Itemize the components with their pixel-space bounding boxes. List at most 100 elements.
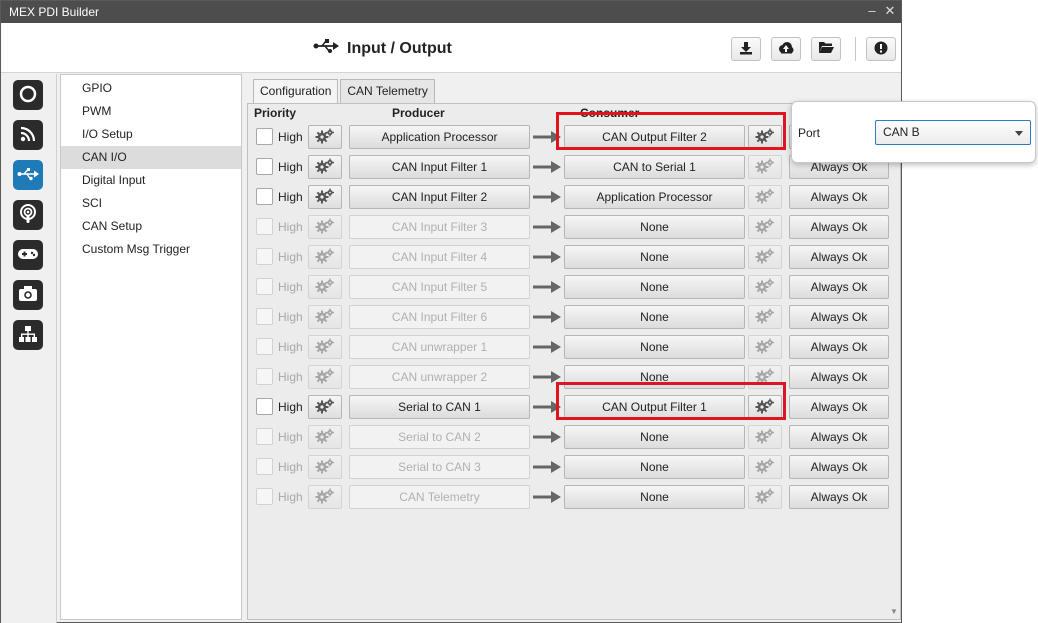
producer-settings-button[interactable] <box>308 275 342 299</box>
high-priority-checkbox[interactable] <box>256 338 273 355</box>
tab-can-telemetry[interactable]: CAN Telemetry <box>340 79 435 103</box>
power-button[interactable] <box>13 80 43 110</box>
consumer-settings-button[interactable] <box>748 215 782 239</box>
high-priority-checkbox[interactable] <box>256 218 273 235</box>
consumer-settings-button[interactable] <box>748 305 782 329</box>
high-priority-checkbox[interactable] <box>256 398 273 415</box>
consumer-button[interactable]: None <box>564 215 745 239</box>
producer-button[interactable]: Application Processor <box>349 125 530 149</box>
producer-settings-button[interactable] <box>308 155 342 179</box>
producer-button[interactable]: CAN Input Filter 4 <box>349 245 530 269</box>
producer-settings-button[interactable] <box>308 185 342 209</box>
producer-button[interactable]: Serial to CAN 1 <box>349 395 530 419</box>
consumer-button[interactable]: None <box>564 335 745 359</box>
high-priority-checkbox[interactable] <box>256 458 273 475</box>
consumer-settings-button[interactable] <box>748 155 782 179</box>
high-priority-checkbox[interactable] <box>256 308 273 325</box>
scroll-down-icon[interactable]: ▼ <box>890 607 898 616</box>
download-button[interactable] <box>731 37 761 61</box>
status-button[interactable]: Always Ok <box>789 485 889 509</box>
scrollbar[interactable]: ▲ ▼ <box>888 104 900 619</box>
high-priority-checkbox[interactable] <box>256 368 273 385</box>
menu-item-io-setup[interactable]: I/O Setup <box>61 123 241 146</box>
producer-button[interactable]: CAN Input Filter 1 <box>349 155 530 179</box>
consumer-button[interactable]: CAN Output Filter 2 <box>564 125 745 149</box>
status-button[interactable]: Always Ok <box>789 425 889 449</box>
menu-item-digital-input[interactable]: Digital Input <box>61 169 241 192</box>
producer-settings-button[interactable] <box>308 125 342 149</box>
high-priority-checkbox[interactable] <box>256 488 273 505</box>
high-priority-checkbox[interactable] <box>256 278 273 295</box>
camera-button[interactable] <box>13 280 43 310</box>
status-button[interactable]: Always Ok <box>789 275 889 299</box>
info-button[interactable] <box>866 37 896 61</box>
port-select[interactable]: CAN B <box>875 120 1031 145</box>
menu-item-gpio[interactable]: GPIO <box>61 77 241 100</box>
menu-item-can-io[interactable]: CAN I/O <box>61 146 241 169</box>
menu-item-can-setup[interactable]: CAN Setup <box>61 215 241 238</box>
high-priority-checkbox[interactable] <box>256 428 273 445</box>
consumer-settings-button[interactable] <box>748 455 782 479</box>
upload-button[interactable] <box>771 37 801 61</box>
producer-button[interactable]: CAN Telemetry <box>349 485 530 509</box>
producer-button[interactable]: CAN Input Filter 2 <box>349 185 530 209</box>
status-button[interactable]: Always Ok <box>789 305 889 329</box>
producer-settings-button[interactable] <box>308 455 342 479</box>
status-button[interactable]: Always Ok <box>789 215 889 239</box>
menu-item-pwm[interactable]: PWM <box>61 100 241 123</box>
producer-settings-button[interactable] <box>308 305 342 329</box>
producer-settings-button[interactable] <box>308 365 342 389</box>
producer-button[interactable]: CAN Input Filter 6 <box>349 305 530 329</box>
menu-item-sci[interactable]: SCI <box>61 192 241 215</box>
producer-settings-button[interactable] <box>308 485 342 509</box>
producer-button[interactable]: CAN unwrapper 1 <box>349 335 530 359</box>
consumer-settings-button[interactable] <box>748 365 782 389</box>
consumer-settings-button[interactable] <box>748 395 782 419</box>
status-button[interactable]: Always Ok <box>789 455 889 479</box>
menu-item-custom-msg-trigger[interactable]: Custom Msg Trigger <box>61 238 241 261</box>
consumer-button[interactable]: None <box>564 365 745 389</box>
consumer-button[interactable]: CAN Output Filter 1 <box>564 395 745 419</box>
consumer-settings-button[interactable] <box>748 125 782 149</box>
high-priority-checkbox[interactable] <box>256 128 273 145</box>
consumer-button[interactable]: None <box>564 305 745 329</box>
status-button[interactable]: Always Ok <box>789 245 889 269</box>
producer-button[interactable]: CAN Input Filter 3 <box>349 215 530 239</box>
consumer-button[interactable]: CAN to Serial 1 <box>564 155 745 179</box>
producer-settings-button[interactable] <box>308 245 342 269</box>
consumer-button[interactable]: None <box>564 485 745 509</box>
high-priority-checkbox[interactable] <box>256 248 273 265</box>
status-button[interactable]: Always Ok <box>789 365 889 389</box>
consumer-settings-button[interactable] <box>748 335 782 359</box>
status-button[interactable]: Always Ok <box>789 335 889 359</box>
producer-button[interactable]: CAN unwrapper 2 <box>349 365 530 389</box>
producer-settings-button[interactable] <box>308 425 342 449</box>
producer-settings-button[interactable] <box>308 215 342 239</box>
consumer-button[interactable]: Application Processor <box>564 185 745 209</box>
status-button[interactable]: Always Ok <box>789 185 889 209</box>
close-button[interactable]: ✕ <box>882 3 898 19</box>
producer-button[interactable]: Serial to CAN 3 <box>349 455 530 479</box>
network-button[interactable] <box>13 320 43 350</box>
producer-button[interactable]: Serial to CAN 2 <box>349 425 530 449</box>
minimize-button[interactable]: – <box>864 3 880 19</box>
high-priority-checkbox[interactable] <box>256 158 273 175</box>
consumer-settings-button[interactable] <box>748 185 782 209</box>
consumer-settings-button[interactable] <box>748 425 782 449</box>
tab-configuration[interactable]: Configuration <box>253 79 339 103</box>
producer-button[interactable]: CAN Input Filter 5 <box>349 275 530 299</box>
open-folder-button[interactable] <box>811 37 841 61</box>
producer-settings-button[interactable] <box>308 395 342 419</box>
consumer-settings-button[interactable] <box>748 275 782 299</box>
consumer-settings-button[interactable] <box>748 245 782 269</box>
consumer-button[interactable]: None <box>564 455 745 479</box>
broadcast-button[interactable] <box>13 200 43 230</box>
controller-button[interactable] <box>13 240 43 270</box>
consumer-settings-button[interactable] <box>748 485 782 509</box>
status-button[interactable]: Always Ok <box>789 395 889 419</box>
consumer-button[interactable]: None <box>564 425 745 449</box>
input-output-button[interactable] <box>13 160 43 190</box>
high-priority-checkbox[interactable] <box>256 188 273 205</box>
consumer-button[interactable]: None <box>564 275 745 299</box>
consumer-button[interactable]: None <box>564 245 745 269</box>
